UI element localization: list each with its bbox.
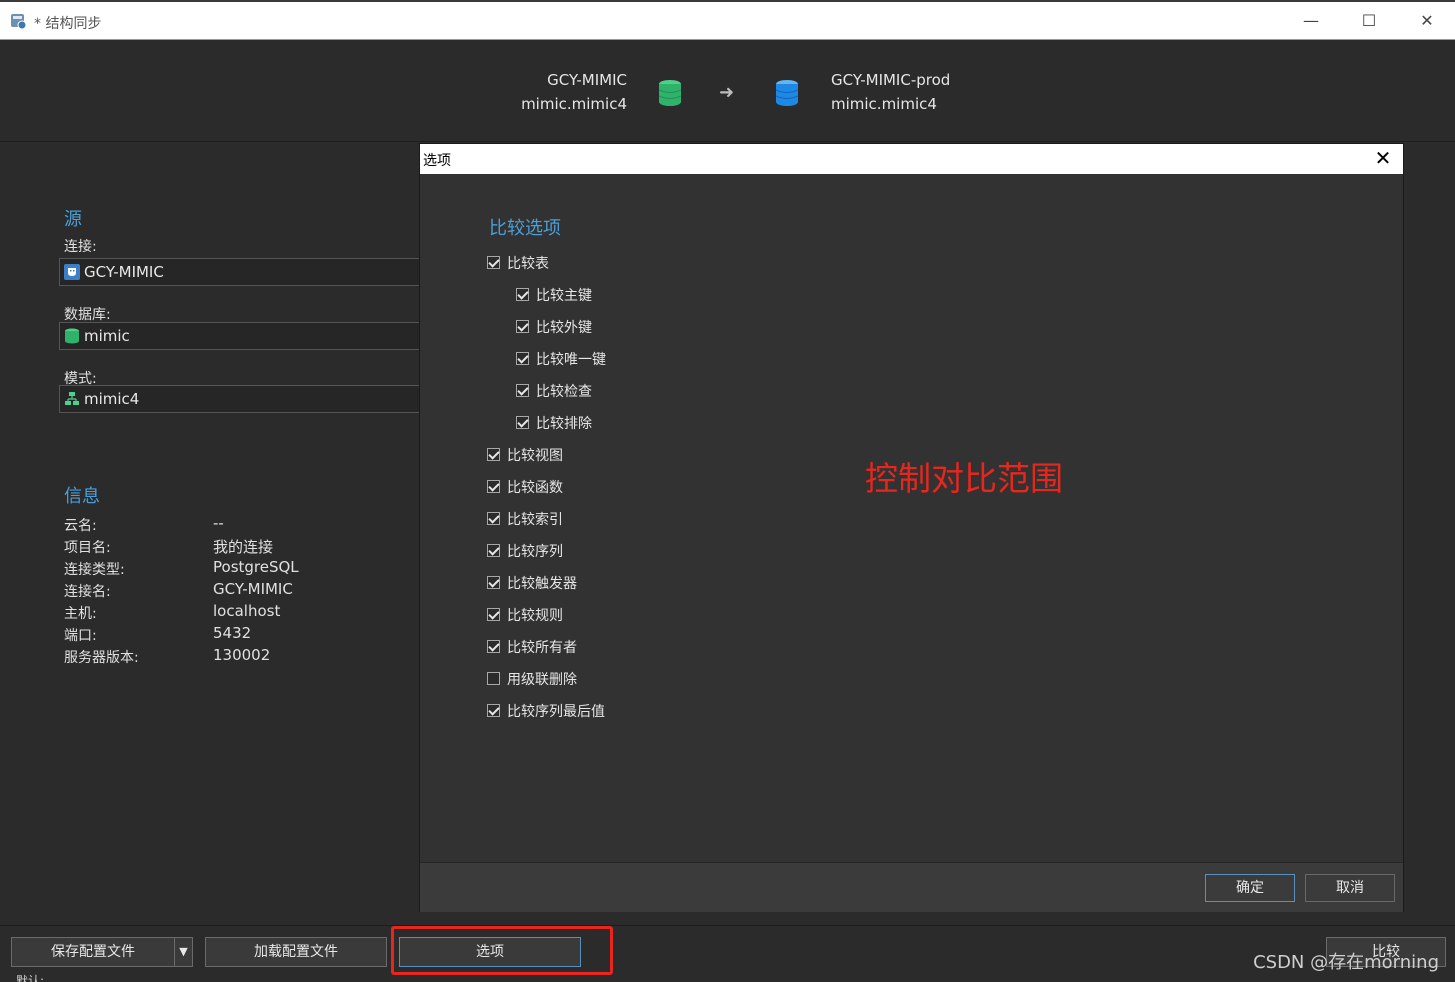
options-dialog: 选项 ✕ 比较选项 比较表比较主键比较外键比较唯一键比较检查比较排除比较视图比较… <box>419 143 1404 912</box>
source-schema-name: mimic.mimic4 <box>521 95 627 113</box>
database-value: mimic <box>84 327 130 345</box>
connection-label: 连接: <box>64 239 97 255</box>
checkbox-checked[interactable] <box>516 352 529 365</box>
checkbox-checked[interactable] <box>487 576 500 589</box>
info-value: PostgreSQL <box>213 558 299 576</box>
schema-value: mimic4 <box>84 390 140 408</box>
maximize-button[interactable]: ☐ <box>1340 6 1398 36</box>
postgresql-icon <box>64 264 80 280</box>
option-label: 比较视图 <box>507 448 563 464</box>
option-label: 比较外键 <box>536 320 592 336</box>
option-label: 用级联删除 <box>507 672 577 688</box>
info-key: 连接名: <box>64 584 111 600</box>
sync-arrow-icon: ➜ <box>719 82 735 103</box>
option-label: 比较索引 <box>507 512 563 528</box>
info-value: 130002 <box>213 646 271 664</box>
checkbox-checked[interactable] <box>487 256 500 269</box>
option-label: 比较表 <box>507 256 549 272</box>
info-value: 我的连接 <box>213 538 274 556</box>
info-value: -- <box>213 514 224 532</box>
load-profile-button[interactable]: 加载配置文件 <box>205 937 387 967</box>
info-key: 端口: <box>64 628 97 644</box>
info-key: 服务器版本: <box>64 650 139 666</box>
target-connection-name: GCY-MIMIC-prod <box>831 71 951 89</box>
checkbox-checked[interactable] <box>487 544 500 557</box>
ok-button[interactable]: 确定 <box>1205 874 1295 902</box>
option-label: 比较唯一键 <box>536 352 606 368</box>
sync-header: GCY-MIMIC mimic.mimic4 ➜ GCY-MIMIC-prod … <box>0 41 1455 142</box>
footer-partial-text: 默认: <box>16 974 45 982</box>
cancel-button[interactable]: 取消 <box>1305 874 1395 902</box>
info-value: GCY-MIMIC <box>213 580 293 598</box>
checkbox-checked[interactable] <box>487 448 500 461</box>
checkbox-checked[interactable] <box>487 640 500 653</box>
dialog-title: 选项 <box>423 153 451 169</box>
watermark: CSDN @存在morning <box>1253 952 1439 973</box>
target-schema-name: mimic.mimic4 <box>831 95 937 113</box>
source-database-icon <box>658 80 682 106</box>
database-select[interactable]: mimic <box>59 322 421 350</box>
option-label: 比较检查 <box>536 384 592 400</box>
annotation-text: 控制对比范围 <box>865 459 1063 498</box>
source-connection-name: GCY-MIMIC <box>547 71 627 89</box>
info-section-title: 信息 <box>64 486 100 507</box>
target-database-icon <box>775 80 799 106</box>
save-profile-button[interactable]: 保存配置文件 <box>11 937 175 967</box>
database-label: 数据库: <box>64 307 111 323</box>
checkbox-checked[interactable] <box>516 288 529 301</box>
dialog-footer: 确定 取消 <box>420 862 1403 912</box>
checkbox-checked[interactable] <box>487 704 500 717</box>
option-label: 比较规则 <box>507 608 563 624</box>
bottom-toolbar: 保存配置文件 ▼ 加载配置文件 选项 比较 默认: <box>0 925 1455 982</box>
option-label: 比较函数 <box>507 480 563 496</box>
connection-select[interactable]: GCY-MIMIC <box>59 258 421 286</box>
dialog-close-button[interactable]: ✕ <box>1371 146 1395 170</box>
options-highlight-box <box>391 926 613 975</box>
dialog-titlebar: 选项 ✕ <box>420 144 1403 174</box>
connection-value: GCY-MIMIC <box>84 263 164 281</box>
app-icon <box>11 14 27 30</box>
info-value: localhost <box>213 602 281 620</box>
option-label: 比较触发器 <box>507 576 577 592</box>
info-key: 云名: <box>64 518 97 534</box>
minimize-button[interactable]: — <box>1282 6 1340 36</box>
option-label: 比较序列最后值 <box>507 704 605 720</box>
option-label: 比较所有者 <box>507 640 577 656</box>
info-key: 项目名: <box>64 540 111 556</box>
option-label: 比较序列 <box>507 544 563 560</box>
option-label: 比较主键 <box>536 288 592 304</box>
checkbox-checked[interactable] <box>516 416 529 429</box>
checkbox-checked[interactable] <box>516 384 529 397</box>
window-titlebar: * 结构同步 — ☐ ✕ <box>0 0 1455 40</box>
save-profile-dropdown[interactable]: ▼ <box>174 937 193 967</box>
info-value: 5432 <box>213 624 252 642</box>
info-key: 主机: <box>64 606 97 622</box>
checkbox-checked[interactable] <box>487 480 500 493</box>
option-label: 比较排除 <box>536 416 592 432</box>
compare-options-title: 比较选项 <box>489 218 561 239</box>
source-section-title: 源 <box>64 209 82 230</box>
window-close-button[interactable]: ✕ <box>1398 6 1455 36</box>
checkbox-checked[interactable] <box>487 608 500 621</box>
database-icon <box>65 328 79 344</box>
checkbox-unchecked[interactable] <box>487 672 500 685</box>
checkbox-checked[interactable] <box>487 512 500 525</box>
window-title: * 结构同步 <box>34 16 102 32</box>
info-key: 连接类型: <box>64 562 125 578</box>
schema-icon <box>65 392 79 405</box>
checkbox-checked[interactable] <box>516 320 529 333</box>
schema-select[interactable]: mimic4 <box>59 385 421 413</box>
